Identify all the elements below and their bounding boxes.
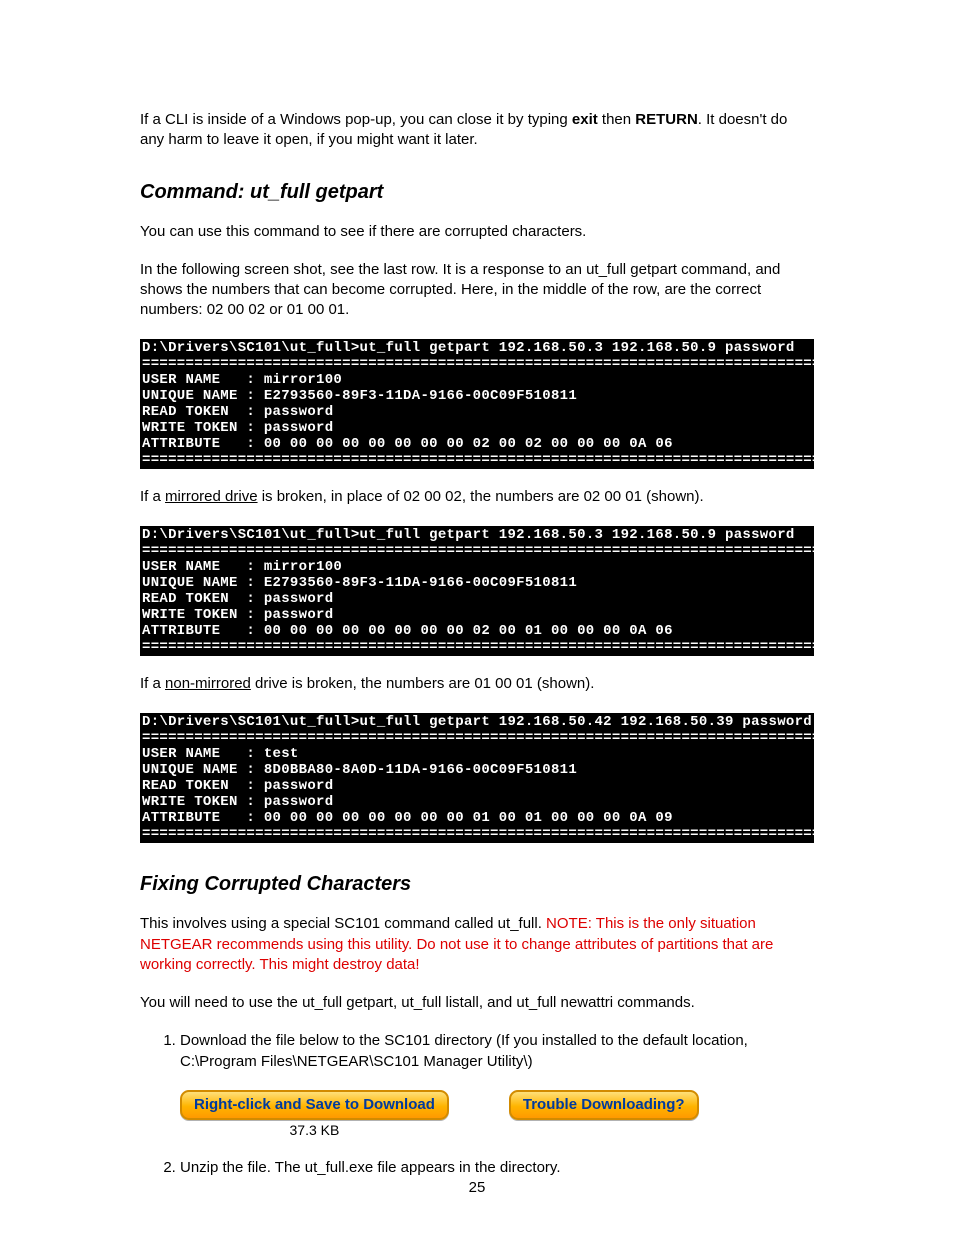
trouble-button[interactable]: Trouble Downloading? (509, 1090, 699, 1120)
steps-list-cont: Unzip the file. The ut_full.exe file app… (160, 1158, 814, 1178)
text: drive is broken, the numbers are 01 00 0… (251, 675, 595, 692)
list-item: Download the file below to the SC101 dir… (180, 1031, 814, 1072)
heading-command: Command: ut_full getpart (140, 181, 814, 204)
underline-text: mirrored drive (165, 488, 258, 505)
body-text: You will need to use the ut_full getpart… (140, 993, 814, 1013)
download-button[interactable]: Right-click and Save to Download (180, 1090, 449, 1120)
text: If a (140, 675, 165, 692)
terminal-output-2: D:\Drivers\SC101\ut_full>ut_full getpart… (140, 526, 814, 657)
body-text: In the following screen shot, see the la… (140, 260, 814, 321)
text: This involves using a special SC101 comm… (140, 915, 546, 932)
trouble-column: Trouble Downloading? (509, 1090, 699, 1120)
text: If a (140, 488, 165, 505)
body-text: If a non-mirrored drive is broken, the n… (140, 674, 814, 694)
body-text: You can use this command to see if there… (140, 222, 814, 242)
terminal-output-3: D:\Drivers\SC101\ut_full>ut_full getpart… (140, 713, 814, 844)
body-text: This involves using a special SC101 comm… (140, 914, 814, 975)
underline-text: non-mirrored (165, 675, 251, 692)
file-size: 37.3 KB (290, 1122, 340, 1138)
kw-exit: exit (572, 111, 598, 128)
body-text: If a mirrored drive is broken, in place … (140, 487, 814, 507)
heading-fixing: Fixing Corrupted Characters (140, 873, 814, 896)
intro-paragraph: If a CLI is inside of a Windows pop-up, … (140, 110, 814, 151)
page-number: 25 (0, 1179, 954, 1196)
steps-list: Download the file below to the SC101 dir… (160, 1031, 814, 1072)
button-row: Right-click and Save to Download 37.3 KB… (140, 1090, 814, 1138)
text: is broken, in place of 02 00 02, the num… (258, 488, 704, 505)
page: If a CLI is inside of a Windows pop-up, … (0, 0, 954, 1236)
download-column: Right-click and Save to Download 37.3 KB (180, 1090, 449, 1138)
terminal-output-1: D:\Drivers\SC101\ut_full>ut_full getpart… (140, 339, 814, 470)
text: If a CLI is inside of a Windows pop-up, … (140, 111, 572, 128)
kw-return: RETURN (635, 111, 698, 128)
list-item: Unzip the file. The ut_full.exe file app… (180, 1158, 814, 1178)
text: then (598, 111, 636, 128)
